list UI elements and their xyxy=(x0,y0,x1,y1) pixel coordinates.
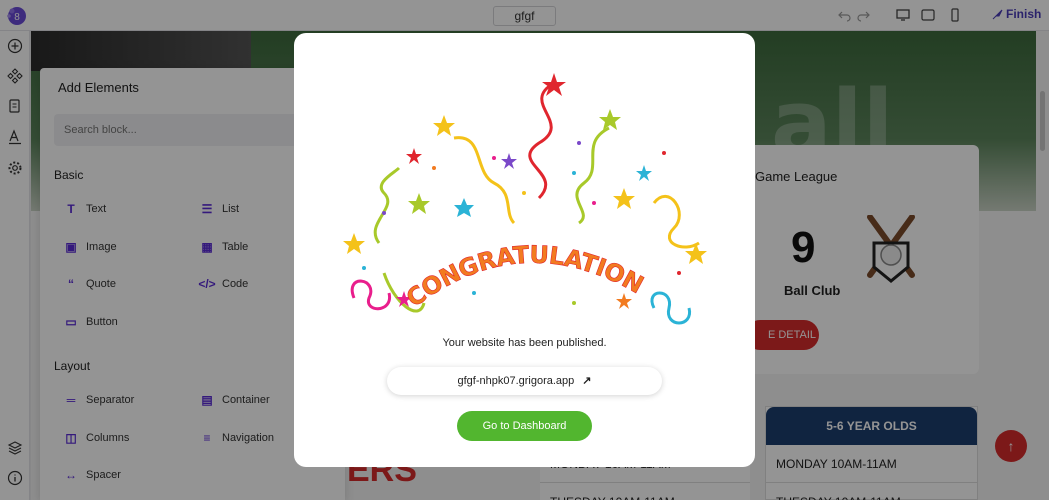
publish-message: Your website has been published. xyxy=(442,337,607,349)
site-url-link[interactable]: gfgf-nhpk07.grigora.app ↗ xyxy=(387,367,662,395)
congratulations-illustration: CONGRATULATIONS xyxy=(324,73,707,325)
go-to-dashboard-button[interactable]: Go to Dashboard xyxy=(457,411,592,441)
publish-success-modal: CONGRATULATIONS Your website has been pu… xyxy=(294,33,755,467)
external-link-icon: ↗ xyxy=(582,375,592,387)
site-url: gfgf-nhpk07.grigora.app xyxy=(457,375,575,387)
congratulations-text: CONGRATULATIONS xyxy=(324,73,649,313)
svg-text:CONGRATULATIONS: CONGRATULATIONS xyxy=(324,73,648,313)
